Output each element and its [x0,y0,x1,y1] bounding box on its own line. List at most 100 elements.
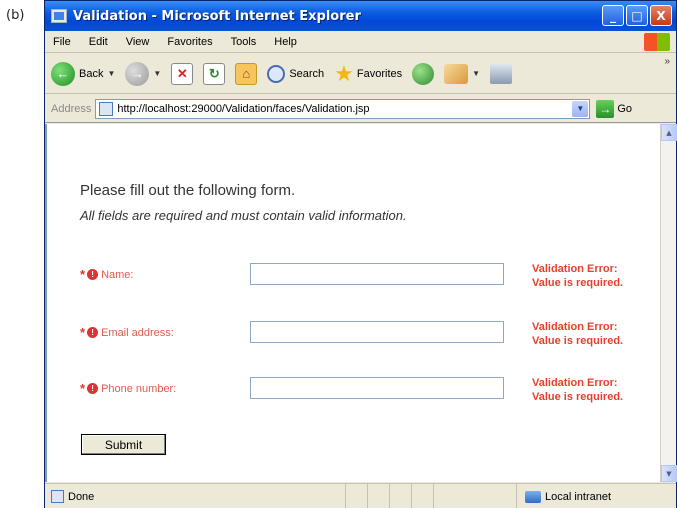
stop-icon: ✕ [171,62,194,85]
search-icon [267,64,286,83]
go-arrow-icon: → [596,99,615,118]
toolbar-overflow-chevron[interactable]: » [664,56,670,67]
menu-bar: File Edit View Favorites Tools Help [45,31,676,53]
search-button[interactable]: Search [267,64,325,83]
back-label: Back [79,67,104,80]
address-label: Address [51,102,92,115]
scroll-down-icon[interactable]: ▼ [661,465,677,482]
go-button[interactable]: → Go [596,99,633,118]
email-label: Email address: [101,326,174,339]
name-error-line1: Validation Error: [532,263,618,275]
back-button[interactable]: ← Back ▼ [51,61,115,86]
window-title: Validation - Microsoft Internet Explorer [73,8,361,24]
stop-button[interactable]: ✕ [171,62,194,85]
email-error: Validation Error: Value is required. [532,320,623,348]
star-icon: ★ [334,60,354,86]
search-label: Search [289,67,325,80]
email-input[interactable] [250,321,504,343]
forward-button[interactable]: → ▼ [125,61,161,86]
form-row-name: * ! Name: Validation Error: Value is req… [80,258,670,298]
print-button[interactable] [490,63,513,84]
menu-view[interactable]: View [126,36,150,48]
address-dropdown-icon[interactable]: ▼ [572,100,589,117]
vertical-scrollbar[interactable]: ▲ ▼ [660,124,677,482]
phone-label-group: * ! Phone number: [80,381,176,396]
mail-dropdown-icon[interactable]: ▼ [472,69,480,78]
back-dropdown-icon[interactable]: ▼ [107,69,115,78]
forward-arrow-icon: → [125,61,150,86]
status-cell [433,484,455,508]
email-error-line1: Validation Error: [532,321,618,333]
name-input[interactable] [250,263,504,285]
status-left: Done [45,490,345,503]
status-cells [345,484,455,508]
error-icon: ! [87,327,99,338]
intranet-icon [525,490,541,503]
home-icon: ⌂ [235,62,258,85]
menu-help[interactable]: Help [274,36,297,48]
form-row-email: * ! Email address: Validation Error: Val… [80,316,670,356]
favorites-button[interactable]: ★ Favorites [334,60,403,86]
browser-window: Validation - Microsoft Internet Explorer… [44,0,677,508]
security-zone: Local intranet [516,484,676,508]
mail-button[interactable]: ▼ [444,63,480,84]
home-button[interactable]: ⌂ [235,62,258,85]
address-bar: Address http://localhost:29000/Validatio… [45,95,676,123]
media-button[interactable] [412,62,435,85]
favorites-label: Favorites [356,67,403,80]
status-cell [367,484,389,508]
menu-favorites[interactable]: Favorites [167,36,212,48]
phone-input[interactable] [250,377,504,399]
menu-tools[interactable]: Tools [231,36,257,48]
zone-label: Local intranet [545,490,612,503]
mail-icon [444,63,469,84]
page-content: Please fill out the following form. All … [45,124,662,482]
name-label: Name: [101,268,134,281]
name-error-line2: Value is required. [532,277,624,289]
menu-file[interactable]: File [53,36,71,48]
status-cell [345,484,367,508]
required-marker: * [80,267,86,282]
status-page-icon [51,490,64,503]
address-field[interactable]: http://localhost:29000/Validation/faces/… [95,98,591,119]
close-button[interactable]: X [650,5,672,26]
name-label-group: * ! Name: [80,267,133,282]
address-url[interactable]: http://localhost:29000/Validation/faces/… [117,103,369,115]
windows-logo-icon [644,33,670,51]
name-error: Validation Error: Value is required. [532,262,623,290]
status-cell [411,484,433,508]
phone-error: Validation Error: Value is required. [532,376,623,404]
email-error-line2: Value is required. [532,335,624,347]
go-label: Go [617,102,633,115]
refresh-icon: ↻ [203,62,226,85]
status-bar: Done Local intranet [45,483,676,508]
submit-button[interactable]: Submit [81,434,166,455]
page-subheading: All fields are required and must contain… [80,208,407,223]
minimize-button[interactable]: _ [602,5,624,26]
ie-window-icon [51,9,67,23]
required-marker: * [80,325,86,340]
status-cell [389,484,411,508]
phone-error-line1: Validation Error: [532,377,618,389]
required-marker: * [80,381,86,396]
media-icon [412,62,435,85]
back-arrow-icon: ← [51,61,75,86]
toolbar: ← Back ▼ → ▼ ✕ ↻ ⌂ Search ★ Favorites ▼ … [45,54,676,94]
page-heading: Please fill out the following form. [80,182,296,199]
error-icon: ! [87,383,99,394]
figure-label: (b) [6,8,25,23]
menu-edit[interactable]: Edit [89,36,108,48]
phone-label: Phone number: [101,382,177,395]
print-icon [490,63,513,84]
refresh-button[interactable]: ↻ [203,62,226,85]
scroll-up-icon[interactable]: ▲ [661,124,677,141]
forward-dropdown-icon[interactable]: ▼ [153,69,161,78]
error-icon: ! [87,269,99,280]
form-row-phone: * ! Phone number: Validation Error: Valu… [80,372,670,412]
page-icon [99,101,114,116]
maximize-button[interactable]: □ [626,5,648,26]
title-bar[interactable]: Validation - Microsoft Internet Explorer… [45,1,676,31]
email-label-group: * ! Email address: [80,325,174,340]
status-text: Done [68,490,95,503]
phone-error-line2: Value is required. [532,391,624,403]
